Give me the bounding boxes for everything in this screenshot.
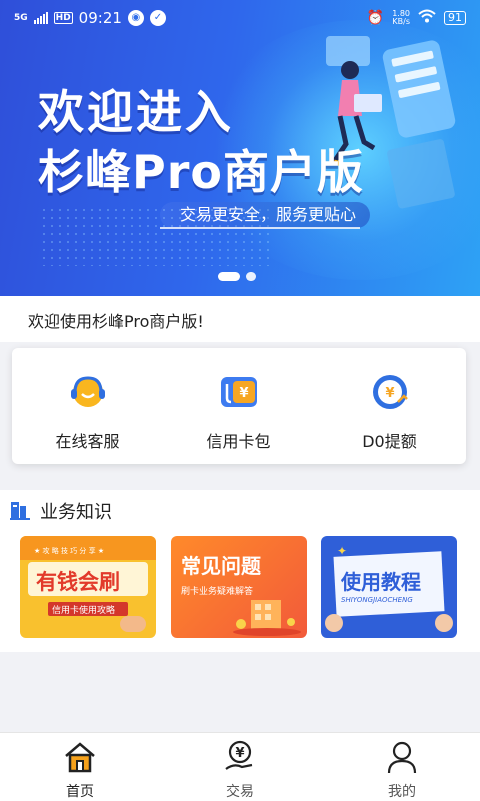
hand-left-illustration: [325, 614, 343, 632]
clock: 09:21: [78, 9, 122, 27]
signal-icon: [33, 12, 48, 24]
home-icon: [62, 739, 98, 775]
profile-icon: [384, 739, 420, 775]
card-title: 常见问题: [181, 554, 261, 578]
card-title: 有钱会刷: [36, 570, 120, 594]
pager-dot-active: [218, 272, 240, 281]
card-wallet-icon: ¥: [219, 372, 259, 412]
battery-indicator: 91: [444, 11, 466, 25]
svg-text:¥: ¥: [385, 386, 394, 401]
card-subtitle: SHIYONGJIAOCHENG: [341, 596, 413, 604]
banner-pager: [218, 272, 256, 281]
service-card-wallet[interactable]: ¥ 信用卡包: [163, 372, 314, 452]
pager-dot: [246, 272, 256, 281]
knowledge-book-icon: [8, 498, 32, 522]
banner-carousel[interactable]: 欢迎进入 杉峰Pro商户版 交易更安全，服务更贴心: [0, 0, 480, 296]
card-subtitle: 信用卡使用攻略: [52, 606, 116, 616]
tab-transaction[interactable]: ¥ 交易: [200, 739, 280, 801]
wifi-icon: [418, 9, 436, 27]
status-bar: 5G HD 09:21 ◉ ✓ ⏰ 1.80 KB/s 91: [0, 0, 480, 36]
welcome-text: 欢迎使用杉峰Pro商户版!: [28, 312, 204, 331]
hand-illustration: [120, 616, 146, 632]
network-speed: 1.80 KB/s: [392, 9, 410, 26]
tab-home[interactable]: 首页: [40, 739, 120, 801]
limit-increase-icon: ¥: [370, 372, 410, 412]
notification-app-icon: ✓: [149, 10, 166, 26]
building-illustration: [233, 600, 301, 636]
banner-subtitle: 交易更安全，服务更贴心: [160, 202, 371, 229]
service-label: D0提额: [362, 432, 417, 451]
network-type: 5G: [14, 13, 28, 23]
alarm-icon: ⏰: [366, 10, 385, 26]
welcome-bar: 欢迎使用杉峰Pro商户版!: [0, 296, 480, 342]
banner-title-line2: 杉峰Pro商户版: [38, 145, 365, 199]
service-label: 信用卡包: [206, 432, 271, 451]
svg-text:¥: ¥: [239, 386, 248, 401]
tab-label: 交易: [226, 784, 254, 800]
knowledge-card-tutorial[interactable]: 使用教程 SHIYONGJIAOCHENG ✦: [321, 536, 457, 638]
quick-services-panel: 在线客服 ¥ 信用卡包 ¥ D0提额: [12, 348, 466, 464]
hand-right-illustration: [435, 614, 453, 632]
business-knowledge-section: 业务知识 ★ 攻 略 技 巧 分 享 ★ 有钱会刷 信用卡使用攻略 常见问题 刷…: [0, 490, 480, 652]
card-ribbon: ★ 攻 略 技 巧 分 享 ★: [34, 547, 105, 555]
tab-label: 我的: [388, 784, 416, 800]
card-title: 使用教程: [341, 570, 421, 594]
svg-text:¥: ¥: [235, 746, 244, 761]
service-online-support[interactable]: 在线客服: [12, 372, 163, 452]
customer-service-icon: [68, 372, 108, 412]
banner-title-line1: 欢迎进入: [38, 85, 234, 139]
service-label: 在线客服: [55, 432, 120, 451]
transaction-icon: ¥: [222, 739, 258, 775]
bottom-tab-bar: 首页 ¥ 交易 我的: [0, 732, 480, 801]
knowledge-card-faq[interactable]: 常见问题 刷卡业务疑难解答: [171, 536, 307, 638]
wechat-icon: ◉: [127, 10, 144, 26]
sparkle-icon: ✦: [337, 544, 348, 558]
section-title: 业务知识: [40, 502, 112, 523]
service-d0-limit[interactable]: ¥ D0提额: [314, 372, 465, 452]
hd-badge: HD: [53, 12, 73, 24]
tab-profile[interactable]: 我的: [362, 739, 442, 801]
knowledge-card-rich-swipe[interactable]: ★ 攻 略 技 巧 分 享 ★ 有钱会刷 信用卡使用攻略: [20, 536, 156, 638]
tab-label: 首页: [66, 784, 94, 800]
